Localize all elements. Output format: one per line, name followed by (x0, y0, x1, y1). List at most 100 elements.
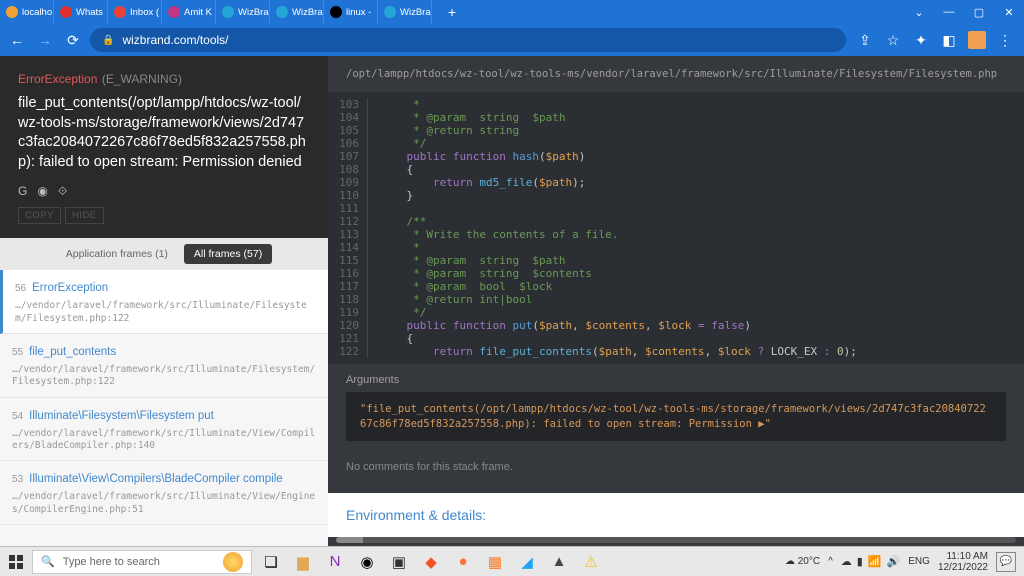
explorer-icon[interactable]: ▆ (288, 548, 318, 576)
stack-frame[interactable]: 54Illuminate\Filesystem\Filesystem put…/… (0, 398, 328, 462)
frame-path: …/vendor/laravel/framework/src/Illuminat… (12, 364, 316, 389)
horizontal-scrollbar[interactable] (336, 537, 1016, 543)
onedrive-icon[interactable]: ☁ (841, 555, 852, 568)
line-number: 119 (328, 306, 368, 319)
wifi-icon[interactable]: 📶 (868, 555, 882, 568)
line-number: 116 (328, 267, 368, 280)
browser-tab[interactable]: Whats (54, 0, 108, 24)
line-number: 117 (328, 280, 368, 293)
tab-favicon (114, 6, 126, 18)
line-content: */ (368, 306, 426, 319)
code-line: 111 (328, 202, 1024, 215)
frame-path: …/vendor/laravel/framework/src/Illuminat… (15, 300, 316, 325)
stack-frames[interactable]: 56 ErrorException …/vendor/laravel/framewo… (0, 270, 328, 546)
line-number: 108 (328, 163, 368, 176)
line-content: { (368, 163, 413, 176)
extensions-icon[interactable]: ✦ (912, 31, 930, 49)
close-button[interactable]: ✕ (994, 0, 1024, 24)
line-number: 122 (328, 345, 368, 358)
line-number: 109 (328, 176, 368, 189)
weather-widget[interactable]: ☁ 20°C (785, 556, 820, 567)
line-content: * (368, 241, 420, 254)
google-icon[interactable]: G (18, 184, 27, 199)
no-comments-text: No comments for this stack frame. (328, 451, 1024, 483)
browser-tab[interactable]: linux - (324, 0, 378, 24)
frame-title: ErrorException (32, 282, 108, 294)
duckduckgo-icon[interactable]: ◉ (37, 184, 47, 199)
firefox-icon[interactable]: ● (448, 548, 478, 576)
app-frames-tab[interactable]: Application frames (1) (56, 244, 178, 264)
line-content: } (368, 189, 413, 202)
bookmark-icon[interactable]: ☆ (884, 31, 902, 49)
browser-tab[interactable]: WizBra (216, 0, 270, 24)
cortana-icon[interactable] (223, 552, 243, 572)
onenote-icon[interactable]: N (320, 548, 350, 576)
all-frames-tab[interactable]: All frames (57) (184, 244, 272, 264)
warning-icon[interactable]: ⚠ (576, 548, 606, 576)
browser-tabs: localhoWhatsInbox (Amit KWizBraWizBralin… (0, 0, 438, 24)
tab-favicon (384, 6, 396, 18)
install-icon[interactable]: ◧ (940, 31, 958, 49)
vscode-icon[interactable]: ◢ (512, 548, 542, 576)
forward-button[interactable]: → (34, 29, 56, 51)
frame-number: 53 (12, 474, 23, 485)
stack-frame[interactable]: 56 ErrorException …/vendor/laravel/framewo… (0, 270, 328, 334)
browser-tab[interactable]: WizBra (270, 0, 324, 24)
hide-button[interactable]: HIDE (65, 207, 104, 224)
xampp-icon[interactable]: ▦ (480, 548, 510, 576)
line-number: 118 (328, 293, 368, 306)
tab-label: WizBra (238, 7, 269, 18)
maximize-button[interactable]: ▢ (964, 0, 994, 24)
stack-frame[interactable]: 53Illuminate\View\Compilers\BladeCompile… (0, 461, 328, 525)
start-button[interactable] (0, 555, 32, 569)
app-icon[interactable]: ▲ (544, 548, 574, 576)
tabs-dropdown-icon[interactable]: ⌄ (904, 0, 934, 24)
tab-label: Amit K (184, 7, 212, 18)
taskbar-search[interactable]: 🔍 Type here to search (32, 550, 252, 574)
stackoverflow-icon[interactable]: ⟐ (58, 184, 67, 199)
reload-button[interactable]: ⟳ (62, 29, 84, 51)
battery-icon[interactable]: ▮ (857, 555, 863, 568)
line-number: 114 (328, 241, 368, 254)
line-number: 112 (328, 215, 368, 228)
arguments-label: Arguments (346, 374, 1006, 386)
frame-number: 54 (12, 411, 23, 422)
stack-frame[interactable]: 55file_put_contents…/vendor/laravel/fram… (0, 334, 328, 398)
line-content: * @param bool $lock (368, 280, 552, 293)
menu-icon[interactable]: ⋮ (996, 31, 1014, 49)
back-button[interactable]: ← (6, 29, 28, 51)
url-text: wizbrand.com/tools/ (122, 33, 228, 47)
minimize-button[interactable]: — (934, 0, 964, 24)
new-tab-button[interactable]: + (438, 0, 466, 24)
brave-icon[interactable]: ◆ (416, 548, 446, 576)
browser-tab[interactable]: WizBra (378, 0, 432, 24)
error-type: ErrorException (18, 72, 97, 86)
error-header: ErrorException (E_WARNING) file_put_cont… (0, 56, 328, 238)
line-content: * (368, 98, 420, 111)
frame-number: 56 (15, 283, 26, 294)
notifications-icon[interactable]: 💬 (996, 552, 1016, 572)
tab-label: linux - (346, 7, 371, 18)
volume-icon[interactable]: 🔊 (887, 555, 901, 568)
chrome-icon[interactable]: ◉ (352, 548, 382, 576)
browser-tab[interactable]: localho (0, 0, 54, 24)
system-tray: ☁ 20°C ^ ☁ ▮ 📶 🔊 ENG 11:10 AM 12/21/2022… (777, 551, 1024, 573)
language-indicator[interactable]: ENG (908, 556, 930, 567)
url-field[interactable]: 🔒 wizbrand.com/tools/ (90, 28, 846, 52)
share-icon[interactable]: ⇪ (856, 31, 874, 49)
frame-switcher: Application frames (1) All frames (57) (0, 238, 328, 270)
line-number: 107 (328, 150, 368, 163)
clock[interactable]: 11:10 AM 12/21/2022 (938, 551, 988, 573)
search-placeholder: Type here to search (63, 556, 160, 568)
copy-button[interactable]: COPY (18, 207, 61, 224)
profile-avatar[interactable] (968, 31, 986, 49)
tray-expand-icon[interactable]: ^ (828, 556, 833, 567)
terminal-icon[interactable]: ▣ (384, 548, 414, 576)
code-line: 114 * (328, 241, 1024, 254)
arguments-value[interactable]: "file_put_contents(/opt/lampp/htdocs/wz-… (346, 392, 1006, 441)
line-content: return file_put_contents($path, $content… (368, 345, 857, 358)
browser-tab[interactable]: Amit K (162, 0, 216, 24)
task-view-icon[interactable]: ❏ (256, 548, 286, 576)
windows-taskbar: 🔍 Type here to search ❏ ▆ N ◉ ▣ ◆ ● ▦ ◢ … (0, 546, 1024, 576)
browser-tab[interactable]: Inbox ( (108, 0, 162, 24)
